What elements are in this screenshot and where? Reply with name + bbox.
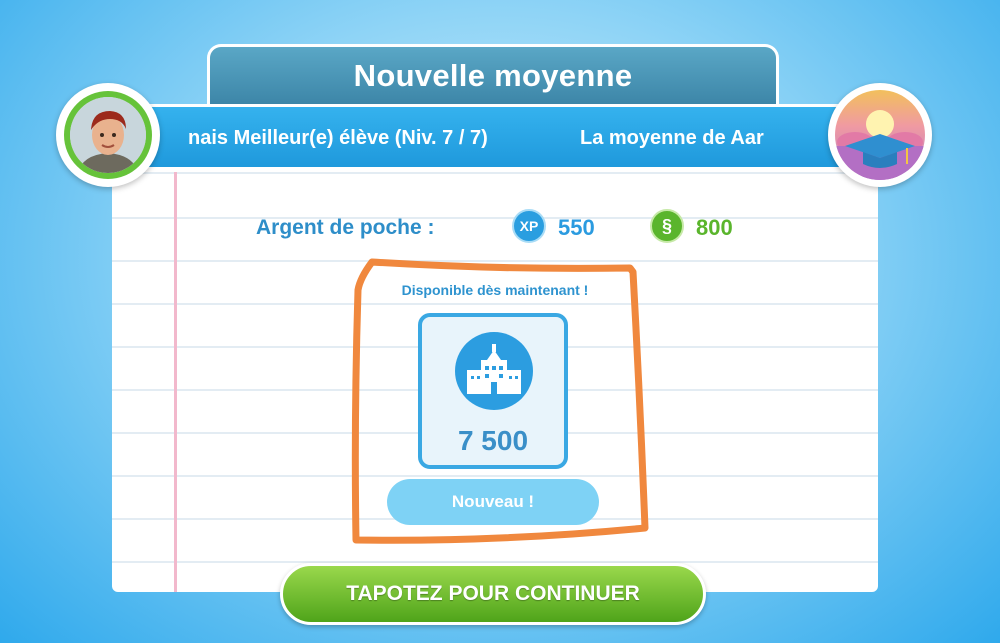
continue-button[interactable]: TAPOTEZ POUR CONTINUER [280,563,706,625]
orange-highlight-annotation [351,258,649,544]
